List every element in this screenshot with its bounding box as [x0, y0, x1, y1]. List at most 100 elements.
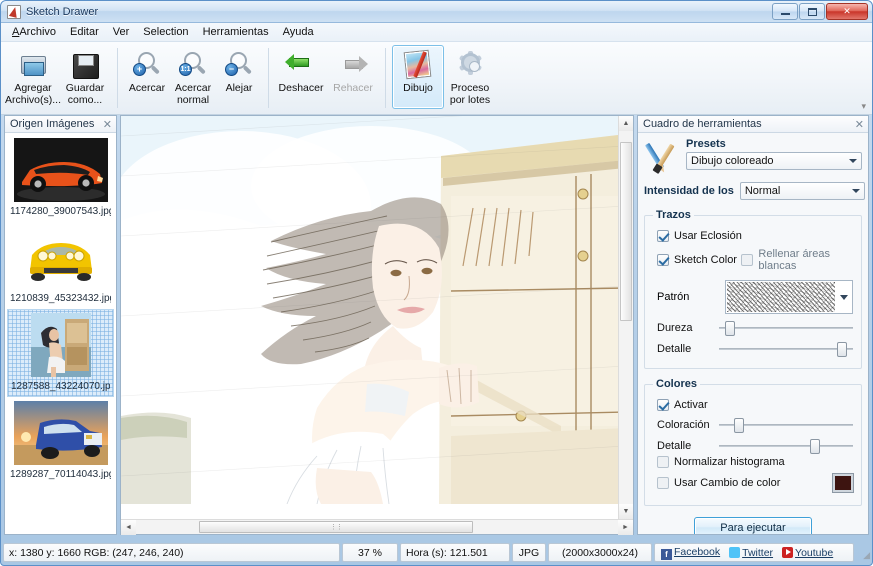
image-canvas-panel: ▲ ▼ ◄ ⋮⋮ ► — [120, 115, 634, 535]
sketch-color-group[interactable]: Sketch Color — [657, 254, 741, 266]
tools-panel-header: Cuadro de herramientas ✕ — [638, 116, 868, 133]
menu-selection-label: Selection — [143, 26, 189, 38]
menu-ayuda-label: Ayuda — [282, 26, 314, 38]
undo-button[interactable]: Deshacer — [275, 45, 327, 109]
tools-panel-close-icon[interactable]: ✕ — [855, 118, 864, 131]
tools-panel-body: Presets Dibujo coloreado Intensidad de l… — [638, 133, 868, 534]
use-color-change-checkbox[interactable] — [657, 477, 669, 489]
resize-grip-icon[interactable]: ◢ — [856, 543, 870, 562]
menu-ver-label: Ver — [112, 26, 130, 38]
presets-select[interactable]: Dibujo coloreado — [686, 152, 862, 170]
presets-row: Presets Dibujo coloreado — [644, 138, 862, 174]
color-detail-label: Detalle — [657, 440, 692, 452]
chevron-down-icon — [849, 159, 857, 163]
magnifier-minus-icon: − — [223, 50, 255, 80]
hardness-slider[interactable] — [719, 320, 853, 336]
youtube-link[interactable]: Youtube — [782, 546, 833, 559]
use-color-change-group[interactable]: Usar Cambio de color — [657, 477, 780, 489]
list-item[interactable]: 1210839_45323432.jpg — [7, 222, 114, 308]
menu-ver[interactable]: Ver — [106, 24, 137, 40]
source-images-close-icon[interactable]: ✕ — [103, 118, 112, 131]
maximize-button[interactable] — [799, 3, 825, 20]
facebook-label: Facebook — [674, 545, 721, 558]
pattern-select[interactable] — [725, 280, 853, 314]
coloration-slider[interactable] — [719, 417, 853, 433]
menu-herramientas-label: Herramientas — [202, 26, 269, 38]
colors-legend: Colores — [656, 378, 697, 390]
stroke-detail-slider-thumb[interactable] — [836, 342, 847, 357]
toolbar-overflow-icon[interactable]: ▾ — [861, 101, 866, 112]
use-hatching-checkbox[interactable] — [657, 230, 669, 242]
list-item[interactable]: 1174280_39007543.jpg — [7, 135, 114, 221]
activate-colors-row[interactable]: Activar — [657, 399, 853, 411]
floppy-disk-icon — [69, 50, 101, 80]
color-swatch-button[interactable] — [833, 474, 853, 492]
menu-selection[interactable]: Selection — [136, 24, 195, 40]
source-images-list[interactable]: 1174280_39007543.jpg 1210839_45323432.jp… — [5, 133, 116, 534]
pattern-label: Patrón — [657, 291, 690, 303]
scroll-grip-icon: ⋮⋮ — [330, 524, 343, 531]
save-as-button[interactable]: Guardar como... — [59, 45, 111, 109]
hardness-slider-thumb[interactable] — [725, 321, 736, 336]
facebook-link[interactable]: f Facebook — [661, 546, 720, 560]
coloration-slider-thumb[interactable] — [733, 418, 744, 433]
batch-process-button[interactable]: Proceso por lotes — [444, 45, 496, 109]
scroll-left-button[interactable]: ◄ — [121, 520, 136, 535]
file-format: JPG — [512, 543, 546, 562]
menu-herramientas[interactable]: Herramientas — [196, 24, 276, 40]
hscroll-thumb[interactable]: ⋮⋮ — [198, 521, 474, 533]
window-controls: ✕ — [772, 3, 868, 20]
twitter-icon — [729, 546, 741, 558]
stroke-detail-label: Detalle — [657, 343, 692, 355]
toolbar-group-history: Deshacer Rehacer — [275, 45, 379, 113]
hardness-label: Dureza — [657, 322, 693, 334]
twitter-link[interactable]: Twitter — [729, 546, 773, 559]
vscroll-thumb[interactable] — [620, 142, 632, 322]
gear-icon — [454, 50, 486, 80]
stroke-detail-slider[interactable] — [719, 341, 853, 357]
canvas-vertical-scrollbar[interactable]: ▲ ▼ — [618, 116, 633, 519]
sketch-color-label: Sketch Color — [674, 254, 737, 266]
source-images-title: Origen Imágenes — [10, 118, 95, 130]
batch-process-label: Proceso por lotes — [449, 82, 491, 106]
fill-white-areas-checkbox[interactable] — [741, 254, 754, 266]
use-hatching-row[interactable]: Usar Eclosión — [657, 230, 853, 242]
normalize-histogram-checkbox[interactable] — [657, 456, 669, 468]
hscroll-track[interactable]: ⋮⋮ — [136, 520, 618, 534]
scroll-up-button[interactable]: ▲ — [619, 116, 633, 131]
canvas-horizontal-scrollbar[interactable]: ◄ ⋮⋮ ► — [121, 519, 633, 535]
fill-white-areas-label: Rellenar áreas blancas — [758, 248, 830, 272]
menu-ayuda[interactable]: Ayuda — [276, 24, 321, 40]
minimize-button[interactable] — [772, 3, 798, 20]
scroll-down-button[interactable]: ▼ — [619, 504, 633, 519]
list-item[interactable]: 1289287_70114043.jpg — [7, 398, 114, 484]
menu-archivo[interactable]: AArchivo — [5, 24, 63, 40]
sketch-image[interactable] — [121, 116, 618, 519]
add-files-button[interactable]: Agregar Archivo(s)... — [5, 45, 61, 109]
color-detail-slider-thumb[interactable] — [809, 439, 820, 454]
normalize-histogram-row[interactable]: Normalizar histograma — [657, 456, 853, 468]
facebook-icon: f — [661, 548, 672, 560]
color-detail-slider[interactable] — [719, 438, 853, 454]
menu-editar[interactable]: Editar — [63, 24, 106, 40]
sketch-color-checkbox[interactable] — [657, 254, 669, 266]
scroll-right-button[interactable]: ► — [618, 520, 633, 535]
intensity-select[interactable]: Normal — [739, 182, 865, 200]
list-item-label: 1289287_70114043.jpg — [10, 469, 111, 480]
chevron-down-icon — [851, 189, 860, 193]
draw-button[interactable]: Dibujo — [392, 45, 444, 109]
zoom-in-button[interactable]: + Acercar — [124, 45, 170, 109]
image-dimensions: (2000x3000x24) — [548, 543, 652, 562]
run-button[interactable]: Para ejecutar — [694, 517, 812, 534]
toolbar-group-file: Agregar Archivo(s)... Guardar como... — [5, 45, 111, 113]
zoom-out-button[interactable]: − Alejar — [216, 45, 262, 109]
fill-white-group[interactable]: Rellenar áreas blancas — [741, 248, 853, 272]
strokes-legend: Trazos — [656, 209, 691, 221]
activate-colors-checkbox[interactable] — [657, 399, 669, 411]
intensity-row: Intensidad de los Normal — [644, 182, 865, 200]
close-button[interactable]: ✕ — [826, 3, 868, 20]
vscroll-track[interactable] — [619, 131, 633, 504]
list-item-selected[interactable]: 1287588_43224070.jpg — [7, 309, 114, 397]
redo-arrow-icon — [337, 50, 369, 80]
zoom-normal-button[interactable]: 1:1 Acercar normal — [170, 45, 216, 109]
